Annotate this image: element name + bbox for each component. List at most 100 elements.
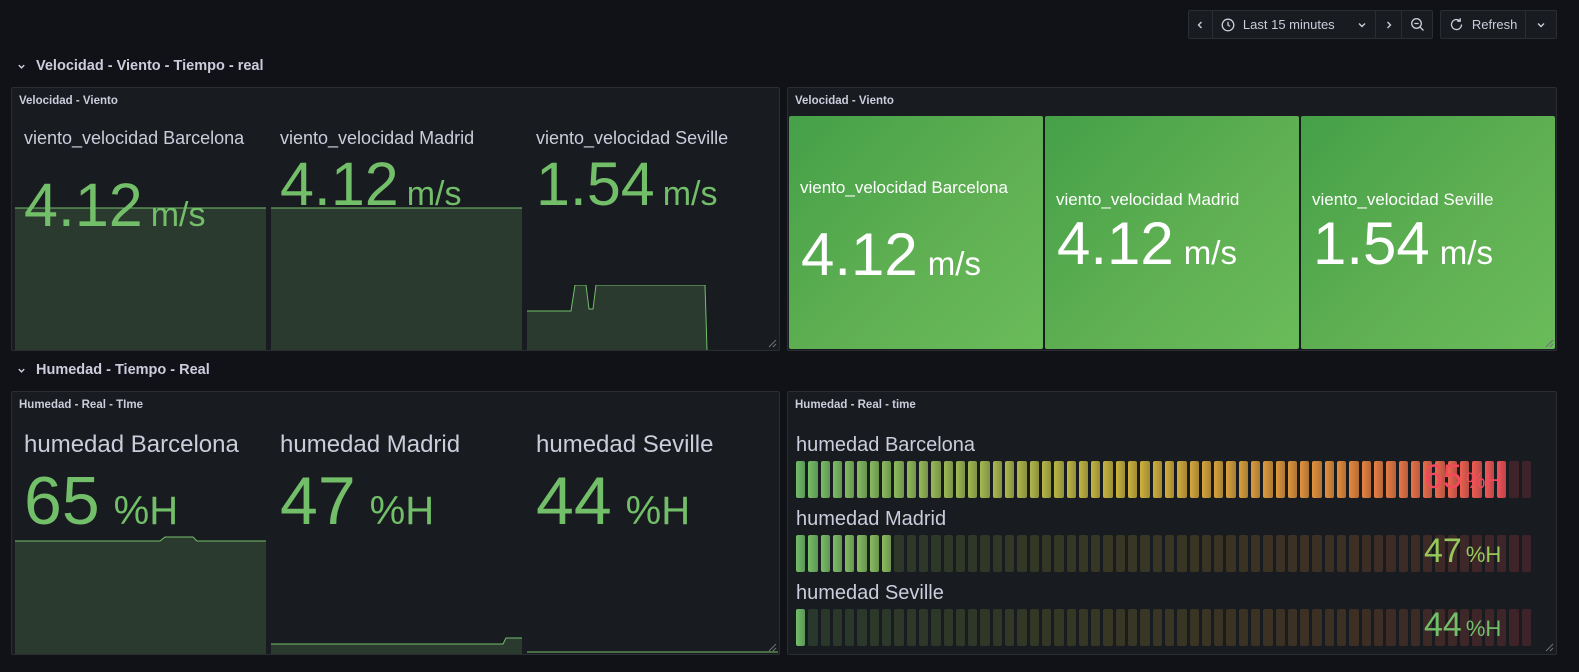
- bar-gauge-cell: [906, 609, 916, 646]
- panel-wind-sparkline: Velocidad - Viento viento_velocidad Barc…: [11, 87, 780, 351]
- time-back-button[interactable]: [1189, 11, 1213, 38]
- bar-gauge-cell: [1263, 535, 1273, 572]
- clock-icon: [1221, 18, 1235, 31]
- bar-gauge-cell: [1349, 609, 1359, 646]
- bar-gauge-cell: [1275, 609, 1285, 646]
- bar-gauge-cell: [1250, 609, 1261, 646]
- value-number: 65: [1424, 458, 1462, 496]
- bar-gauge-cell: [832, 535, 843, 572]
- bar-gauge-cell: [1066, 609, 1076, 646]
- bar-gauge-cell: [1361, 461, 1371, 498]
- bar-gauge-cells: [796, 609, 1531, 646]
- refresh-button[interactable]: Refresh: [1441, 11, 1527, 38]
- bar-gauge-cell: [943, 535, 953, 572]
- refresh-icon: [1450, 18, 1463, 31]
- bar-gauge-cell: [943, 609, 953, 646]
- bar-gauge-cell: [1214, 535, 1224, 572]
- bar-gauge-cell: [820, 609, 830, 646]
- resize-handle-icon[interactable]: [1545, 339, 1554, 348]
- stat-name: viento_velocidad Barcelona: [24, 128, 245, 148]
- bar-gauge-cell: [1017, 609, 1027, 646]
- stat-name: humedad Seville: [536, 431, 714, 458]
- bar-gauge-cell: [796, 461, 806, 498]
- value-number: 4.12: [1057, 210, 1174, 277]
- time-forward-button[interactable]: [1376, 11, 1403, 38]
- value-unit: m/s: [406, 175, 462, 213]
- bar-gauge-cell: [1373, 461, 1384, 498]
- chevron-down-icon: [18, 368, 25, 373]
- panel-title: Velocidad - Viento: [19, 95, 118, 107]
- stat-wind-seville: viento_velocidad Seville 1.54 m/s: [527, 116, 778, 350]
- refresh-label: Refresh: [1471, 17, 1518, 32]
- row-header-humidity[interactable]: Humedad - Tiempo - Real: [17, 362, 210, 378]
- bar-gauge-cell: [1041, 609, 1052, 646]
- row-header-wind[interactable]: Velocidad - Viento - Tiempo - real: [17, 58, 264, 74]
- bar-gauge-cell: [955, 609, 966, 646]
- bar-gauge-cell: [1128, 535, 1138, 572]
- time-range-picker[interactable]: Last 15 minutes: [1213, 11, 1377, 38]
- value-unit: %H: [1465, 468, 1502, 493]
- stat-name: viento_velocidad Seville: [536, 128, 729, 148]
- value-unit: m/s: [927, 245, 981, 282]
- bar-gauge-cell: [894, 461, 904, 498]
- bar-gauge-cell: [1091, 461, 1101, 498]
- value-number: 65: [24, 463, 100, 539]
- stat-value: 65 %H: [24, 462, 178, 540]
- time-picker-group: Last 15 minutes: [1188, 10, 1433, 39]
- resize-handle-icon[interactable]: [768, 643, 777, 652]
- bar-gauge-cell: [869, 535, 880, 572]
- refresh-interval-dropdown[interactable]: [1526, 11, 1556, 38]
- bar-gauge-cell: [968, 535, 978, 572]
- bar-gauge-cell: [796, 609, 806, 646]
- value-unit: m/s: [150, 196, 206, 234]
- bar-gauge-cell: [808, 461, 818, 498]
- bar-gauge-cell: [906, 461, 916, 498]
- bar-gauge-cell: [1078, 535, 1089, 572]
- bar-gauge-cell: [992, 535, 1003, 572]
- resize-handle-icon[interactable]: [1545, 643, 1554, 652]
- bar-gauge-cell: [980, 609, 990, 646]
- chevron-down-icon: [18, 64, 25, 69]
- stat-value: 1.54 m/s: [1313, 209, 1493, 278]
- stat-humidity-seville: humedad Seville 44 %H: [527, 392, 778, 654]
- bar-gauge-cells: [796, 461, 1531, 498]
- bar-gauge-cell: [1410, 461, 1421, 498]
- bar-gauge-cell: [1115, 461, 1126, 498]
- bar-gauge-cell: [1337, 535, 1347, 572]
- stat-name: viento_velocidad Barcelona: [800, 178, 1008, 197]
- refresh-group: Refresh: [1440, 10, 1557, 39]
- bar-gauge-value: 47 %H: [1424, 532, 1501, 571]
- bar-gauge-cell: [1214, 609, 1224, 646]
- bar-gauge-cell: [1373, 609, 1384, 646]
- bar-gauge-cell: [1521, 609, 1531, 646]
- bar-gauge-label: humedad Barcelona: [796, 434, 976, 456]
- bar-gauge-cells: [796, 535, 1531, 572]
- zoom-out-button[interactable]: [1402, 11, 1432, 38]
- bar-gauge-cell: [1300, 609, 1310, 646]
- bar-gauge-cell: [1300, 535, 1310, 572]
- bar-gauge-cell: [1005, 535, 1015, 572]
- bar-gauge-madrid: humedad Madrid 47 %H: [796, 508, 1556, 572]
- bar-gauge-cell: [1091, 609, 1101, 646]
- panel-wind-background: Velocidad - Viento viento_velocidad Barc…: [787, 87, 1557, 351]
- value-unit: %H: [1465, 616, 1502, 641]
- bar-gauge-cell: [1275, 535, 1285, 572]
- sparkline-area: [527, 651, 778, 653]
- bar-gauge-cell: [832, 609, 843, 646]
- bar-gauge-cell: [1177, 535, 1187, 572]
- stat-wind-madrid: viento_velocidad Madrid 4.12 m/s: [271, 116, 522, 350]
- value-unit: m/s: [1183, 234, 1237, 271]
- bar-gauge-cell: [1103, 609, 1113, 646]
- bar-gauge-label: humedad Seville: [796, 582, 944, 604]
- value-unit: %H: [625, 489, 691, 533]
- bar-gauge-cell: [1029, 461, 1039, 498]
- bar-gauge-cell: [1226, 609, 1236, 646]
- resize-handle-icon[interactable]: [768, 339, 777, 348]
- row-title: Humedad - Tiempo - Real: [36, 362, 210, 378]
- bar-gauge-cell: [1005, 461, 1015, 498]
- value-unit: %H: [113, 489, 179, 533]
- bar-gauge-cell: [1177, 461, 1187, 498]
- bar-gauge-cell: [1152, 535, 1162, 572]
- bar-gauge-cell: [1128, 461, 1138, 498]
- bar-gauge-cell: [857, 609, 867, 646]
